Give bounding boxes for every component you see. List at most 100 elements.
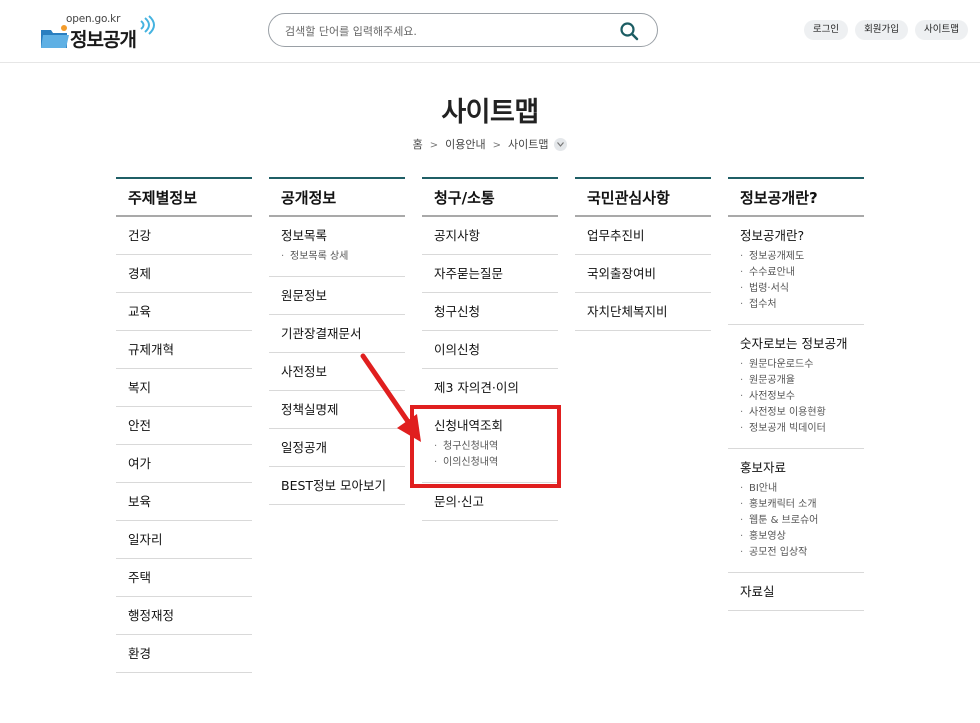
sitemap-item-label[interactable]: 제3 자의견·이의: [434, 380, 558, 395]
sitemap-item-label[interactable]: 청구신청: [434, 304, 558, 319]
sitemap-item-label[interactable]: 문의·신고: [434, 494, 558, 509]
sub-menu-item[interactable]: 사전정보수: [740, 389, 864, 405]
sitemap-item-label[interactable]: 일자리: [128, 532, 252, 547]
chevron-down-icon[interactable]: [554, 137, 568, 151]
sitemap-item[interactable]: 건강: [116, 217, 252, 255]
sub-menu-item[interactable]: 정보공개 빅데이터: [740, 421, 864, 437]
sub-menu-item[interactable]: 접수처: [740, 297, 864, 313]
folder-icon: [41, 25, 69, 48]
sitemap-item-label[interactable]: 업무추진비: [587, 228, 711, 243]
sitemap-item-label[interactable]: 안전: [128, 418, 252, 433]
sitemap-item[interactable]: 환경: [116, 635, 252, 673]
sitemap-item-label[interactable]: 일정공개: [281, 440, 405, 455]
sitemap-item[interactable]: 업무추진비: [575, 217, 711, 255]
sitemap-item[interactable]: 경제: [116, 255, 252, 293]
sitemap-item-label[interactable]: 보육: [128, 494, 252, 509]
sitemap-item-label[interactable]: 정보공개란?: [740, 228, 864, 243]
sitemap-item-label[interactable]: 정책실명제: [281, 402, 405, 417]
sitemap-button[interactable]: 사이트맵: [915, 20, 968, 40]
sitemap-item-request-history[interactable]: 신청내역조회 청구신청내역 이의신청내역: [422, 407, 558, 483]
sub-menu-item[interactable]: 웹툰 & 브로슈어: [740, 513, 864, 529]
sitemap-item[interactable]: 행정재정: [116, 597, 252, 635]
sitemap-item-label[interactable]: 정보목록: [281, 228, 405, 243]
breadcrumb-home[interactable]: 홈: [413, 138, 423, 151]
sitemap-item-label[interactable]: 숫자로보는 정보공개: [740, 336, 864, 351]
sub-menu-item[interactable]: 이의신청내역: [434, 455, 558, 471]
sitemap-item[interactable]: 제3 자의견·이의: [422, 369, 558, 407]
sitemap-item[interactable]: 자치단체복지비: [575, 293, 711, 331]
sitemap-item-label[interactable]: 규제개혁: [128, 342, 252, 357]
sitemap-item-label[interactable]: 여가: [128, 456, 252, 471]
sitemap-item-label[interactable]: 공지사항: [434, 228, 558, 243]
sub-menu-item[interactable]: 청구신청내역: [434, 439, 558, 455]
sitemap-item-label[interactable]: 이의신청: [434, 342, 558, 357]
sitemap-item-label[interactable]: 자주묻는질문: [434, 266, 558, 281]
sub-menu-item[interactable]: BI안내: [740, 481, 864, 497]
sitemap-item[interactable]: 안전: [116, 407, 252, 445]
sitemap-item-label[interactable]: 자료실: [740, 584, 864, 599]
sitemap-item[interactable]: 정책실명제: [269, 391, 405, 429]
sitemap-item[interactable]: 일자리: [116, 521, 252, 559]
sitemap-item[interactable]: 기관장결재문서: [269, 315, 405, 353]
sitemap-item[interactable]: 공지사항: [422, 217, 558, 255]
sitemap-item[interactable]: 정보공개란? 정보공개제도 수수료안내 법령·서식 접수처: [728, 217, 864, 325]
sitemap-item[interactable]: 청구신청: [422, 293, 558, 331]
sitemap-item-label[interactable]: 환경: [128, 646, 252, 661]
sitemap-item[interactable]: 국외출장여비: [575, 255, 711, 293]
sitemap-item[interactable]: 사전정보: [269, 353, 405, 391]
sitemap-item[interactable]: 주택: [116, 559, 252, 597]
sub-menu-item[interactable]: 홍보캐릭터 소개: [740, 497, 864, 513]
logo-url-text: open.go.kr: [66, 13, 121, 25]
sub-menu-item[interactable]: 원문다운로드수: [740, 357, 864, 373]
sub-menu-item[interactable]: 사전정보 이용현황: [740, 405, 864, 421]
sitemap-item[interactable]: 일정공개: [269, 429, 405, 467]
sub-menu-item[interactable]: 공모전 입상작: [740, 545, 864, 561]
sitemap-item[interactable]: 교육: [116, 293, 252, 331]
sitemap-item-label[interactable]: 건강: [128, 228, 252, 243]
sitemap-item[interactable]: 문의·신고: [422, 483, 558, 521]
sitemap-item-label[interactable]: 원문정보: [281, 288, 405, 303]
sitemap-item[interactable]: 숫자로보는 정보공개 원문다운로드수 원문공개율 사전정보수 사전정보 이용현황…: [728, 325, 864, 449]
sitemap-item[interactable]: BEST정보 모아보기: [269, 467, 405, 505]
sub-menu-item[interactable]: 원문공개율: [740, 373, 864, 389]
sub-menu-item[interactable]: 정보목록 상세: [281, 249, 405, 265]
signup-button[interactable]: 회원가입: [855, 20, 909, 40]
site-logo[interactable]: open.go.kr 정보공개: [40, 13, 160, 51]
sitemap-item[interactable]: 자주묻는질문: [422, 255, 558, 293]
sitemap-item[interactable]: 규제개혁: [116, 331, 252, 369]
sitemap-item[interactable]: 원문정보: [269, 277, 405, 315]
sitemap-item-label[interactable]: 신청내역조회: [434, 418, 558, 433]
login-button[interactable]: 로그인: [803, 20, 849, 40]
chevron-right-icon: >: [429, 140, 439, 151]
sitemap-item-label[interactable]: 복지: [128, 380, 252, 395]
sitemap-item-label[interactable]: BEST정보 모아보기: [281, 478, 405, 493]
page-title: 사이트맵: [441, 97, 539, 128]
sitemap-item-label[interactable]: 사전정보: [281, 364, 405, 379]
breadcrumb-sitemap[interactable]: 사이트맵: [508, 138, 548, 151]
breadcrumb-guide[interactable]: 이용안내: [445, 138, 485, 151]
sitemap-item-label[interactable]: 자치단체복지비: [587, 304, 711, 319]
sub-menu-item[interactable]: 정보공개제도: [740, 249, 864, 265]
sub-menu-item[interactable]: 수수료안내: [740, 265, 864, 281]
sub-menu-item[interactable]: 홍보영상: [740, 529, 864, 545]
sitemap-item[interactable]: 이의신청: [422, 331, 558, 369]
sitemap-item-label[interactable]: 교육: [128, 304, 252, 319]
sitemap-item[interactable]: 홍보자료 BI안내 홍보캐릭터 소개 웹툰 & 브로슈어 홍보영상 공모전 입상…: [728, 449, 864, 573]
sitemap-item-label[interactable]: 홍보자료: [740, 460, 864, 475]
sub-menu-item[interactable]: 법령·서식: [740, 281, 864, 297]
sitemap-item-label[interactable]: 행정재정: [128, 608, 252, 623]
search-icon[interactable]: [619, 21, 639, 41]
sitemap-item-label[interactable]: 국외출장여비: [587, 266, 711, 281]
sitemap-item-label[interactable]: 주택: [128, 570, 252, 585]
sitemap-item[interactable]: 자료실: [728, 573, 864, 611]
sitemap-item[interactable]: 정보목록 정보목록 상세: [269, 217, 405, 277]
sitemap-item-label[interactable]: 경제: [128, 266, 252, 281]
sub-menu: 원문다운로드수 원문공개율 사전정보수 사전정보 이용현황 정보공개 빅데이터: [740, 357, 864, 437]
search-input[interactable]: [285, 22, 605, 40]
column-heading: 국민관심사항: [575, 177, 711, 217]
sitemap-item[interactable]: 여가: [116, 445, 252, 483]
sitemap-item[interactable]: 보육: [116, 483, 252, 521]
column-heading: 정보공개란?: [728, 177, 864, 217]
sitemap-item-label[interactable]: 기관장결재문서: [281, 326, 405, 341]
sitemap-item[interactable]: 복지: [116, 369, 252, 407]
